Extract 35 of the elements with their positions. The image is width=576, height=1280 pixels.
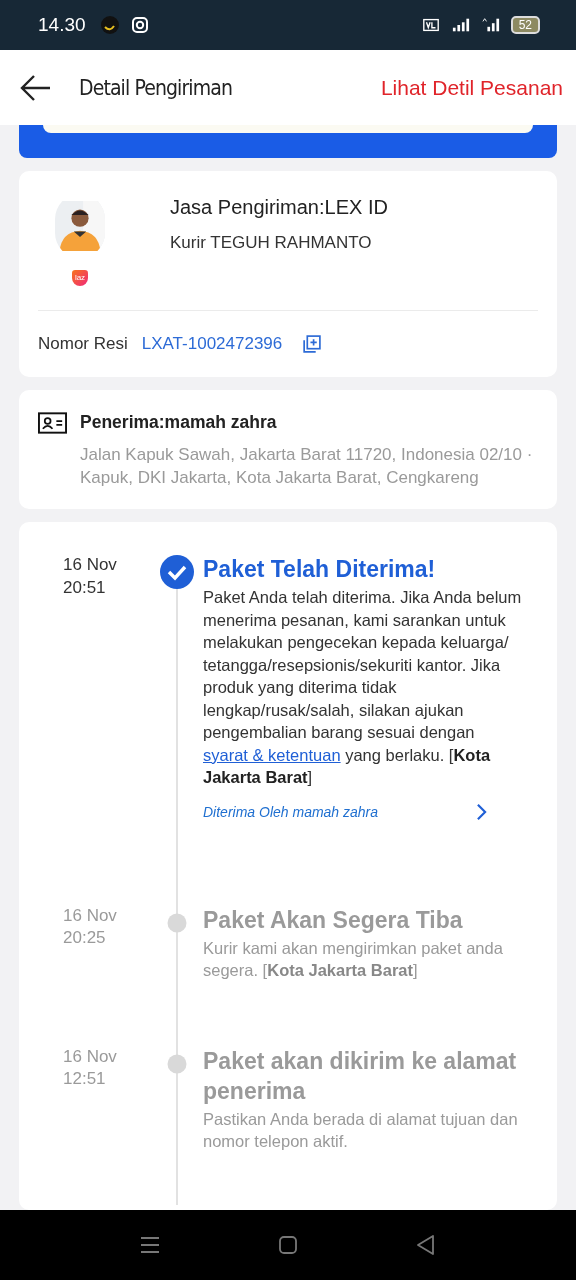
recipient-name: Penerima:mamah zahra [80, 412, 278, 433]
chevron-right-icon[interactable] [476, 802, 487, 821]
clock-time: 14.30 [38, 14, 86, 36]
recipient-address: Jalan Kapuk Sawah, Jakarta Barat 11720, Indonesia 02/10 · Kapuk, DKI Jakarta, Kota Jakarta Barat, Cengkareng [80, 444, 534, 489]
back-arrow-icon[interactable] [20, 73, 52, 102]
event-time: 20:51 [63, 576, 107, 599]
signal-icon [450, 16, 471, 34]
app-icon [99, 15, 120, 35]
contact-card-icon [38, 412, 67, 434]
event-date: 16 Nov [63, 554, 118, 576]
event-date: 16 Nov [63, 1045, 118, 1068]
event-date: 16 Nov [63, 904, 118, 927]
home-icon[interactable] [276, 1233, 300, 1257]
receiver-note[interactable]: Diterima Oleh mamah zahra [203, 803, 379, 820]
volte-icon [420, 16, 441, 34]
event-title: Paket Telah Diterima! [203, 555, 437, 584]
event-description: Kurir kami akan mengirimkan paket anda segera. [Kota Jakarta Barat] [203, 937, 504, 981]
tracking-number[interactable]: LXAT-1002472396 [141, 334, 283, 354]
page-title: Detail Pengiriman [79, 75, 233, 100]
camera-icon [129, 15, 150, 35]
signal-icon [480, 16, 501, 34]
event-time: 20:25 [63, 927, 107, 949]
event-time: 12:51 [63, 1068, 107, 1090]
courier-name: Kurir TEGUH RAHMANTO [170, 233, 373, 253]
event-title: Paket akan dikirim ke alamat penerima [203, 1046, 518, 1106]
terms-link[interactable]: syarat & ketentuan [203, 745, 341, 764]
laz-logo: laz [71, 270, 89, 286]
event-description: Pastikan Anda berada di alamat tujuan dan nomor telepon aktif. [203, 1108, 519, 1152]
battery-indicator: 52 [510, 16, 540, 34]
shipping-service: Jasa Pengiriman:LEX ID [170, 196, 388, 219]
copy-icon[interactable] [301, 333, 323, 355]
event-description: Paket Anda telah diterima. Jika Anda belum menerima pesanan, kami sarankan untuk melakukan pengecekan kepada keluarga/ tetangga/resepsionis/sekuriti kantor. Jika produk yang diterima tidak lengkap/rusak/salah, silakan ajukan pengembalian barang sesuai dengan syarat & ketentuan yang berlaku. [Kota Jakarta Barat] [203, 587, 523, 788]
tracking-label: Nomor Resi [38, 334, 128, 354]
event-title: Paket Akan Segera Tiba [203, 905, 464, 935]
order-detail-link[interactable]: Lihat Detil Pesanan [380, 75, 563, 100]
